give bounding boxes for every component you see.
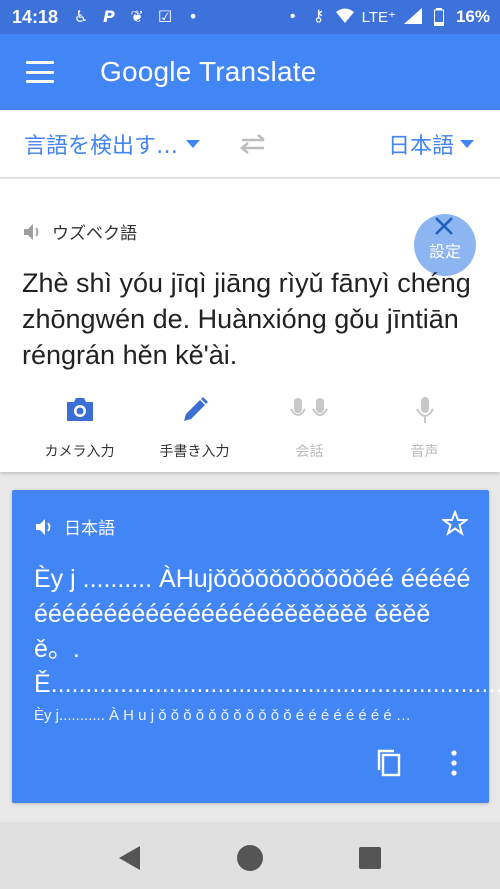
detected-language-label: ウズベク語 — [52, 224, 137, 244]
source-text[interactable]: Zhè shì yóu jīqì jiāng rìyǔ fānyì chéng … — [22, 265, 482, 373]
dot-icon: • — [188, 7, 198, 26]
translation-text: Èy j .......... ÀHujǒǒǒǒǒǒǒǒǒǒǒéé éééééé… — [34, 565, 500, 698]
voice-input-label: 音声 — [410, 444, 439, 460]
feather-icon: ❦ — [130, 7, 144, 26]
checkbox-app-icon: ☑ — [157, 7, 173, 26]
speaker-icon[interactable] — [22, 222, 44, 242]
signal-icon — [403, 8, 422, 26]
p-app-icon: P — [103, 7, 115, 26]
chevron-down-icon — [460, 139, 474, 148]
recent-apps-icon[interactable] — [358, 846, 382, 870]
navigation-bar — [0, 822, 500, 889]
detected-language[interactable]: ウズベク語 — [22, 219, 137, 244]
network-type: LTE⁺ — [361, 9, 396, 26]
translation-language-label: 日本語 — [64, 519, 115, 539]
camera-input-label: カメラ入力 — [44, 444, 115, 460]
copy-icon[interactable] — [374, 748, 404, 778]
chevron-down-icon — [186, 139, 201, 148]
source-language-label: 言語を検出す… — [24, 133, 179, 159]
close-icon[interactable] — [434, 216, 454, 236]
settings-label: 設定 — [428, 242, 461, 261]
status-bar: 14:18 ♿ P ❦ ☑ • • ⚷ LTE⁺ 16% — [0, 0, 500, 34]
target-language-selector[interactable]: 日本語 — [388, 128, 474, 160]
more-vert-icon[interactable] — [448, 748, 460, 778]
camera-icon — [66, 398, 93, 421]
source-language-selector[interactable]: 言語を検出す… — [24, 128, 201, 160]
app-title-translate: Translate — [198, 56, 317, 87]
camera-input-button[interactable]: カメラ入力 — [22, 389, 137, 469]
language-bar: 言語を検出す… 日本語 — [0, 110, 500, 178]
speaker-icon[interactable] — [34, 517, 56, 537]
conversation-button[interactable]: 会話 — [252, 389, 367, 469]
home-icon[interactable] — [236, 844, 264, 872]
translation-card[interactable]: 日本語 Èy j .......... ÀHujǒǒǒǒǒǒǒǒǒǒǒéé éé… — [12, 490, 500, 803]
star-icon[interactable] — [442, 510, 468, 536]
wifi-icon — [335, 8, 354, 26]
mic-icon — [415, 397, 434, 423]
voice-input-button[interactable]: 音声 — [367, 389, 482, 469]
translation-language[interactable]: 日本語 — [34, 514, 115, 539]
conversation-label: 会話 — [295, 444, 324, 460]
dot-icon: • — [289, 8, 296, 25]
target-language-label: 日本語 — [387, 133, 454, 159]
pen-icon — [183, 397, 208, 421]
app-title: Google Translate — [100, 56, 316, 88]
battery-percent: 16% — [455, 7, 490, 26]
handwriting-input-label: 手書き入力 — [159, 444, 230, 460]
key-icon: ⚷ — [312, 8, 325, 25]
handwriting-input-button[interactable]: 手書き入力 — [137, 389, 252, 469]
system-icons: • ⚷ LTE⁺ 16% — [284, 7, 490, 27]
app-bar: Google Translate — [0, 34, 500, 110]
back-icon[interactable] — [116, 844, 144, 872]
notification-icons: ♿ P ❦ ☑ • — [72, 8, 202, 26]
source-panel: ウズベク語 設定 Zhè shì yóu jīqì jiāng rìyǔ fān… — [0, 179, 500, 472]
battery-icon — [430, 8, 448, 26]
menu-icon[interactable] — [26, 61, 54, 83]
input-tools: カメラ入力 手書き入力 会話 音声 — [0, 389, 500, 469]
accessibility-icon: ♿ — [73, 7, 89, 26]
app-title-google: Google — [100, 56, 192, 87]
conversation-mic-icon — [289, 398, 328, 416]
translation-transliteration: Èy j........... À H u j ǒ ǒ ǒ ǒ ǒ ǒ ǒ ǒ … — [34, 707, 411, 724]
status-time: 14:18 — [12, 6, 59, 27]
swap-languages-icon[interactable] — [238, 134, 268, 154]
